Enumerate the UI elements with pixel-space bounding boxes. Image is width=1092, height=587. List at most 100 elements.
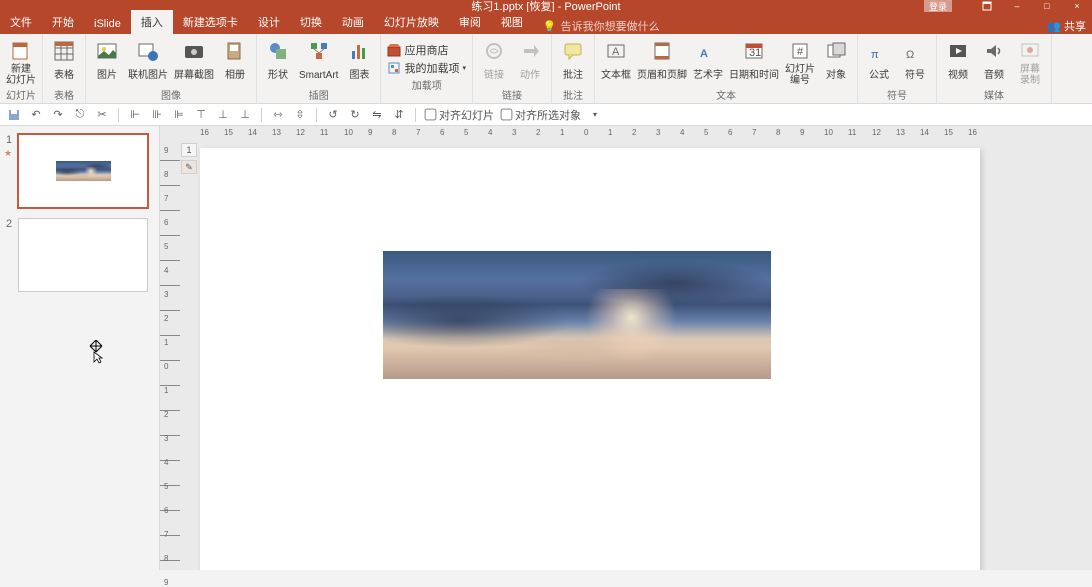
screenshot-button[interactable]: 屏幕截图 [174,36,214,86]
slide-thumbnail-2[interactable] [18,218,148,292]
office-store-button[interactable]: 应用商店 [387,42,448,58]
slide-thumbnails-panel[interactable]: 1 ★ 2 [0,126,160,570]
inserted-picture[interactable] [383,251,771,379]
outline-handles: 1 ✎ [180,142,198,177]
group-label-symbols: 符号 [864,86,930,104]
distribute-v-icon[interactable]: ⇳ [292,107,308,123]
redo-icon[interactable]: ↷ [50,107,66,123]
chart-icon [348,40,370,62]
share-label: 共享 [1064,18,1086,34]
group-label-slides: 幻灯片 [6,86,36,104]
tab-view[interactable]: 视图 [491,10,533,34]
flip-h-icon[interactable]: ⇋ [369,107,385,123]
group-label-illustrations: 插图 [263,86,374,104]
tab-design[interactable]: 设计 [248,10,290,34]
wordart-button[interactable]: A 艺术字 [693,36,723,86]
ruler-tick: 16 [968,128,977,137]
rotate-right-icon[interactable]: ↻ [347,107,363,123]
ribbon-group-links: 链接 动作 链接 [473,34,552,103]
ruler-tick: 10 [344,128,353,137]
slidenumber-button[interactable]: # 幻灯片 编号 [785,36,815,86]
tab-review[interactable]: 审阅 [449,10,491,34]
ruler-tick: 11 [848,128,856,137]
close-button[interactable]: × [1062,0,1092,12]
online-picture-button[interactable]: 联机图片 [128,36,168,86]
object-button[interactable]: 对象 [821,36,851,86]
group-label-addins: 加载项 [387,76,466,94]
video-button[interactable]: 视频 [943,36,973,86]
dropdown-icon[interactable]: ▾ [587,107,603,123]
datetime-button[interactable]: 31 日期和时间 [729,36,779,86]
align-center-h-icon[interactable]: ⊪ [149,107,165,123]
align-left-icon[interactable]: ⊩ [127,107,143,123]
symbol-button[interactable]: Ω 符号 [900,36,930,86]
tab-islide[interactable]: iSlide [84,14,131,34]
ruler-tick: 8 [392,128,396,137]
align-middle-icon[interactable]: ⊥ [215,107,231,123]
shapes-button[interactable]: 形状 [263,36,293,86]
photo-album-button[interactable]: 相册 [220,36,250,86]
align-top-icon[interactable]: ⊤ [193,107,209,123]
slide-canvas[interactable] [200,148,980,570]
action-icon [519,40,541,62]
table-label: 表格 [54,64,74,86]
smartart-button[interactable]: SmartArt [299,36,338,86]
ribbon-group-slides: 新建 幻灯片 幻灯片 [0,34,43,103]
object-label: 对象 [826,64,846,86]
audio-icon [983,40,1005,62]
tab-custom[interactable]: 新建选项卡 [173,10,248,34]
thumbnail-item[interactable]: 1 ★ [6,134,153,208]
chart-button[interactable]: 图表 [344,36,374,86]
table-button[interactable]: 表格 [49,36,79,86]
qat-btn[interactable]: ✂ [94,107,110,123]
login-button[interactable]: 登录 [924,0,952,13]
slide-thumbnail-1[interactable] [18,134,148,208]
tell-me-label: 告诉我你想要做什么 [561,18,660,34]
share-button[interactable]: 👥 共享 [1047,18,1086,34]
slide-edit-area[interactable]: 1615141312111098765432101234567891011121… [180,126,1092,570]
separator [261,108,262,122]
tell-me-search[interactable]: 💡 告诉我你想要做什么 [543,18,660,34]
ruler-tick: 12 [296,128,305,137]
outline-level-1[interactable]: 1 [181,143,197,157]
symbol-label: 符号 [905,64,925,86]
ribbon-display-options-icon[interactable] [972,0,1002,12]
picture-button[interactable]: 图片 [92,36,122,86]
undo-icon[interactable]: ↶ [28,107,44,123]
my-addins-button[interactable]: 我的加载项 ▾ [387,60,466,76]
ribbon-group-comments: 批注 批注 [552,34,595,103]
qat-btn[interactable]: ⎋ [72,107,88,123]
svg-text:π: π [871,49,879,61]
rotate-left-icon[interactable]: ↺ [325,107,341,123]
ruler-tick: 2 [536,128,540,137]
hyperlink-icon [483,40,505,62]
format-painter-icon[interactable]: ✎ [181,160,197,174]
audio-button[interactable]: 音频 [979,36,1009,86]
align-bottom-icon[interactable]: ⊥ [237,107,253,123]
new-slide-button[interactable]: 新建 幻灯片 [6,36,36,86]
thumbnail-item[interactable]: 2 [6,218,153,292]
textbox-button[interactable]: A 文本框 [601,36,631,86]
tab-file[interactable]: 文件 [0,10,42,34]
tab-slideshow[interactable]: 幻灯片放映 [374,10,449,34]
addins-icon [387,61,401,75]
share-icon: 👥 [1047,20,1061,33]
align-to-slide-checkbox[interactable]: 对齐幻灯片 [424,107,494,123]
tab-insert[interactable]: 插入 [131,10,173,34]
header-footer-button[interactable]: 页眉和页脚 [637,36,687,86]
datetime-label: 日期和时间 [729,64,779,86]
align-selected-checkbox[interactable]: 对齐所选对象 [500,107,581,123]
align-right-icon[interactable]: ⊫ [171,107,187,123]
group-label-text: 文本 [601,86,851,104]
tab-animations[interactable]: 动画 [332,10,374,34]
lightbulb-icon: 💡 [543,20,557,33]
save-icon[interactable] [6,107,22,123]
tab-home[interactable]: 开始 [42,10,84,34]
tab-transitions[interactable]: 切换 [290,10,332,34]
minimize-button[interactable]: – [1002,0,1032,12]
comment-button[interactable]: 批注 [558,36,588,86]
flip-v-icon[interactable]: ⇵ [391,107,407,123]
equation-button[interactable]: π 公式 [864,36,894,86]
distribute-h-icon[interactable]: ⇿ [270,107,286,123]
maximize-button[interactable]: □ [1032,0,1062,12]
